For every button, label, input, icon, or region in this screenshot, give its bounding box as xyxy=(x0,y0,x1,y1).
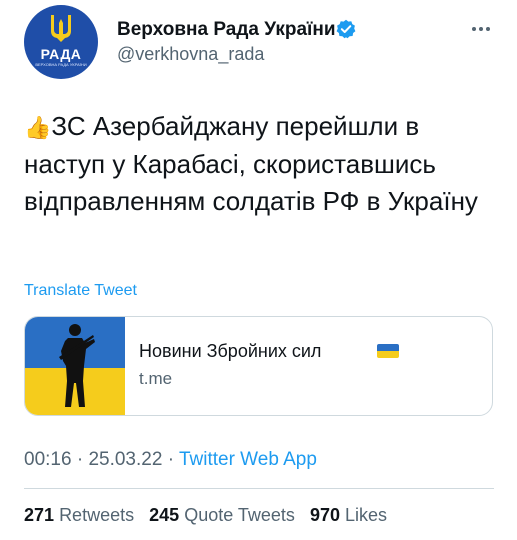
trident-icon xyxy=(51,15,71,42)
divider xyxy=(24,488,494,489)
tweet-meta: 00:16 · 25.03.22 · Twitter Web App xyxy=(24,449,317,471)
avatar-label: РАДА xyxy=(40,46,82,62)
tweet-source[interactable]: Twitter Web App xyxy=(179,449,317,470)
tweet-stats: 271 Retweets 245 Quote Tweets 970 Likes xyxy=(24,505,397,526)
tweet-body: ЗС Азербайджану перейшли в наступ у Кара… xyxy=(24,111,478,216)
retweets-stat[interactable]: 271 Retweets xyxy=(24,505,134,525)
tweet-date[interactable]: 25.03.22 xyxy=(88,449,162,470)
quotes-count: 245 xyxy=(149,505,180,525)
likes-label: Likes xyxy=(345,505,388,525)
ukraine-flag-icon xyxy=(377,344,399,358)
display-name[interactable]: Верховна Рада України xyxy=(117,19,336,41)
meta-separator: · xyxy=(76,449,84,470)
thumbs-up-emoji: 👍 xyxy=(24,115,52,140)
verified-badge-icon xyxy=(336,19,356,39)
soldier-silhouette-icon xyxy=(59,324,95,407)
account-handle[interactable]: @verkhovna_rada xyxy=(117,44,264,65)
card-title: Новини Збройних сил xyxy=(139,341,322,361)
avatar[interactable]: РАДА ВЕРХОВНА РАДА УКРАЇНИ xyxy=(24,5,98,79)
card-domain: t.me xyxy=(139,369,173,388)
tweet-text: 👍ЗС Азербайджану перейшли в наступ у Кар… xyxy=(24,108,494,220)
card-thumbnail xyxy=(25,317,125,415)
more-options-icon[interactable] xyxy=(472,18,496,31)
tweet-time[interactable]: 00:16 xyxy=(24,449,72,470)
retweets-label: Retweets xyxy=(59,505,135,525)
quote-tweets-stat[interactable]: 245 Quote Tweets xyxy=(149,505,295,525)
tweet: РАДА ВЕРХОВНА РАДА УКРАЇНИ Верховна Рада… xyxy=(0,0,517,540)
quotes-label: Quote Tweets xyxy=(184,505,295,525)
link-preview-card[interactable]: Новини Збройних сил t.me xyxy=(24,316,493,416)
retweets-count: 271 xyxy=(24,505,55,525)
likes-stat[interactable]: 970 Likes xyxy=(310,505,387,525)
avatar-sublabel: ВЕРХОВНА РАДА УКРАЇНИ xyxy=(35,62,87,67)
meta-separator-2: · xyxy=(167,449,175,470)
likes-count: 970 xyxy=(309,505,340,525)
translate-tweet-link[interactable]: Translate Tweet xyxy=(24,282,137,300)
